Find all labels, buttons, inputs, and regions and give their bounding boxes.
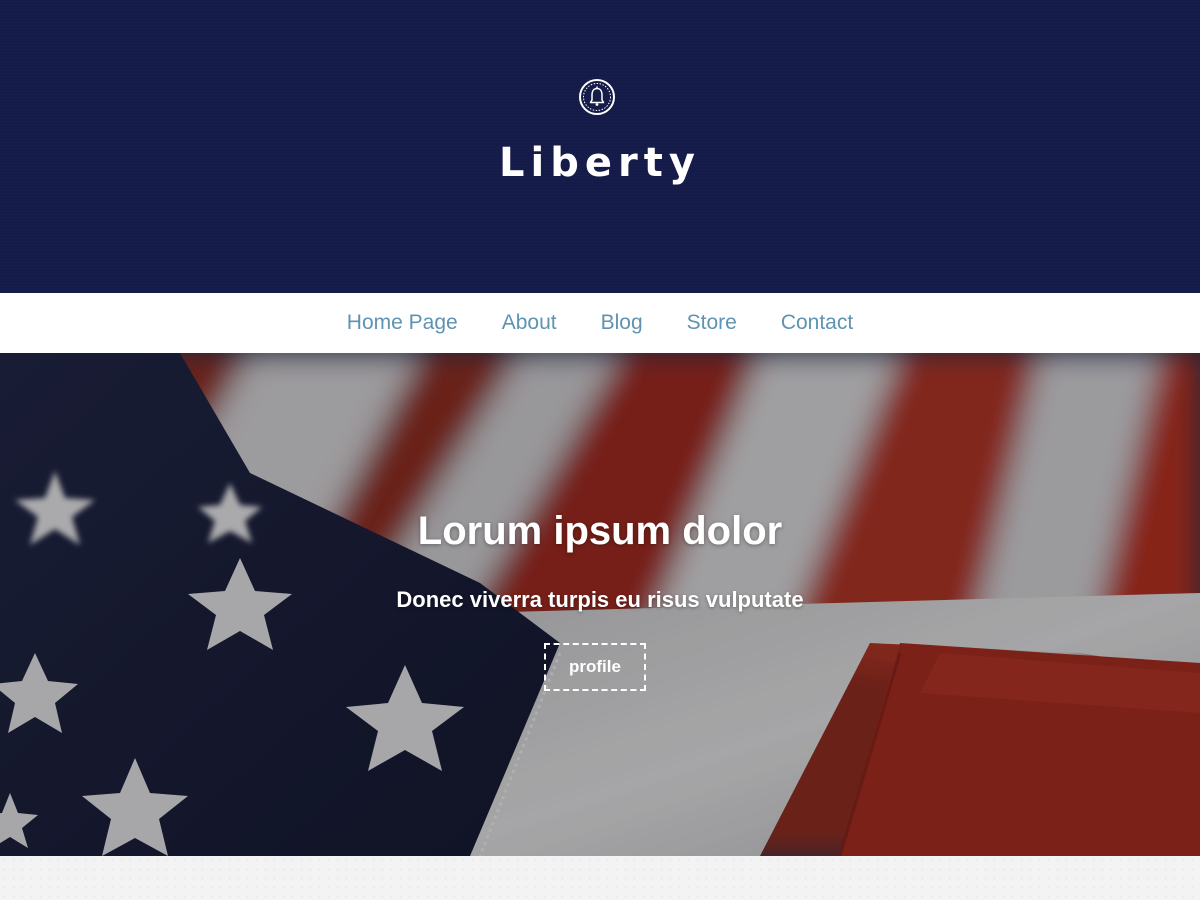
liberty-bell-icon[interactable]: [578, 78, 616, 116]
nav-item-store[interactable]: Store: [687, 311, 737, 335]
nav-item-contact[interactable]: Contact: [781, 311, 853, 335]
nav-item-about[interactable]: About: [502, 311, 557, 335]
main-nav: Home Page About Blog Store Contact: [0, 293, 1200, 353]
site-header: Liberty: [0, 0, 1200, 293]
hero-subtitle: Donec viverra turpis eu risus vulputate: [396, 587, 804, 612]
nav-item-home-page[interactable]: Home Page: [347, 311, 458, 335]
hero-title: Lorum ipsum dolor: [417, 509, 783, 553]
hero-banner: Lorum ipsum dolor Donec viverra turpis e…: [0, 353, 1200, 856]
content-area: [0, 856, 1200, 900]
site-title[interactable]: Liberty: [0, 136, 1200, 190]
nav-item-blog[interactable]: Blog: [601, 311, 643, 335]
profile-button[interactable]: profile: [544, 643, 646, 691]
